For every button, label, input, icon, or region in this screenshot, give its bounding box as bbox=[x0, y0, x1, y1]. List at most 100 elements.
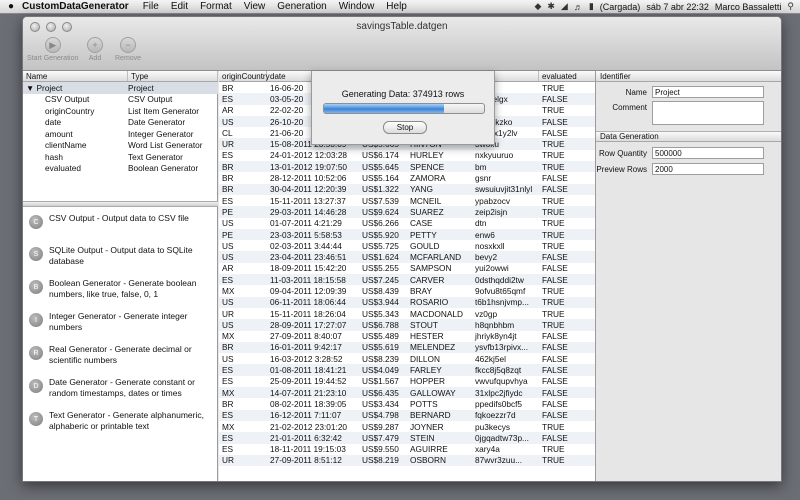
add-button[interactable]: + Add bbox=[87, 37, 103, 62]
clock[interactable]: sáb 7 abr 22:32 bbox=[646, 2, 709, 12]
tree-row[interactable]: clientName Word List Generator bbox=[23, 140, 218, 152]
library-item-date[interactable]: D Date Generator - Generate constant or … bbox=[23, 377, 218, 399]
tree-row[interactable]: hash Text Generator bbox=[23, 151, 218, 163]
bluetooth-icon[interactable]: ✱ bbox=[547, 1, 555, 12]
library-item-text: SQLite Output - Output data to SQLite da… bbox=[49, 245, 193, 266]
column-header-origin-country[interactable]: originCountry bbox=[219, 71, 270, 81]
volume-icon[interactable]: ♬ bbox=[574, 2, 583, 12]
table-row[interactable]: ES 24-01-2012 12:03:28 US$6.174 HURLEY nxkyu… bbox=[219, 150, 595, 161]
cell-origin-country: US bbox=[222, 297, 234, 308]
properties-panel: Identifier Name Project Comment Data Gen… bbox=[595, 71, 781, 481]
cell-date: 06-11-2011 18:06:44 bbox=[270, 297, 346, 308]
table-row[interactable]: UR 27-09-2011 8:51:12 US$8.219 OSBORN 87wvr3… bbox=[219, 454, 595, 467]
cell-date: 25-09-2011 19:44:52 bbox=[270, 376, 347, 387]
name-field-row: Name Project bbox=[596, 86, 781, 98]
cell-amount: US$8.439 bbox=[362, 285, 399, 296]
table-row[interactable]: MX 27-09-2011 8:40:07 US$5.489 HESTER jhriyk… bbox=[219, 331, 595, 342]
cell-origin-country: BR bbox=[222, 398, 234, 409]
cell-hash: 87wvr3zuu... bbox=[475, 455, 523, 466]
table-row[interactable]: ES 25-09-2011 19:44:52 US$1.567 HOPPER vwvuf… bbox=[219, 376, 595, 387]
table-row[interactable]: US 06-11-2011 18:06:44 US$3.944 ROSARIO t6b1… bbox=[219, 296, 595, 308]
cell-evaluated: TRUE bbox=[542, 150, 565, 161]
cell-evaluated: TRUE bbox=[542, 297, 565, 308]
table-row[interactable]: US 02-03-2011 3:44:44 US$5.725 GOULD nosxkxl… bbox=[219, 240, 595, 251]
table-row[interactable]: ES 01-08-2011 18:41:21 US$4.049 FARLEY fkcc8… bbox=[219, 364, 595, 376]
cell-evaluated: FALSE bbox=[542, 342, 568, 353]
dropbox-icon[interactable]: ◆ bbox=[534, 1, 541, 12]
menu-generation[interactable]: Generation bbox=[277, 1, 326, 12]
table-row[interactable]: MX 21-02-2012 23:01:20 US$9.287 JOYNER pu3ke… bbox=[219, 421, 595, 432]
library-item-sqlite[interactable]: S SQLite Output - Output data to SQLite … bbox=[23, 245, 218, 267]
library-item-integer[interactable]: I Integer Generator - Generate integer n… bbox=[23, 311, 218, 333]
tree-header-type[interactable]: Type bbox=[128, 71, 218, 81]
remove-button[interactable]: − Remove bbox=[115, 37, 141, 62]
table-row[interactable]: BR 08-02-2011 18:39:05 US$3.434 POTTS ppedif… bbox=[219, 398, 595, 409]
tree-row[interactable]: date Date Generator bbox=[23, 117, 218, 129]
menu-help[interactable]: Help bbox=[386, 1, 407, 12]
table-row[interactable]: BR 16-01-2011 9:42:17 US$5.619 MELENDEZ ysvf… bbox=[219, 341, 595, 354]
table-row[interactable]: US 23-04-2011 23:46:51 US$1.624 MCFARLAND be… bbox=[219, 251, 595, 263]
table-row[interactable]: US 28-09-2011 17:27:07 US$6.788 STOUT h8qnbh… bbox=[219, 319, 595, 331]
tree-row[interactable]: originCountry List Item Generator bbox=[23, 105, 218, 117]
table-row[interactable]: AR 18-09-2011 15:42:20 US$5.255 SAMPSON yui2… bbox=[219, 263, 595, 274]
tree-row[interactable]: amount Integer Generator bbox=[23, 128, 218, 140]
cell-hash: 0jgqadtw73p... bbox=[475, 432, 529, 443]
cell-hash: t6b1hsnjvmp... bbox=[475, 297, 529, 308]
cell-hash: 9ofvu8t65qmf bbox=[475, 285, 526, 296]
start-generation-button[interactable]: ▶ Start Generation bbox=[27, 37, 78, 62]
table-row[interactable]: BR 28-12-2011 10:52:06 US$5.164 ZAMORA gsnr F… bbox=[219, 172, 595, 183]
menu-view[interactable]: View bbox=[244, 1, 266, 12]
tree-row[interactable]: ▼ Project Project bbox=[23, 82, 218, 94]
menu-file[interactable]: File bbox=[143, 1, 159, 12]
tree-row[interactable]: CSV Output CSV Output bbox=[23, 94, 218, 106]
battery-icon[interactable]: ▮ bbox=[589, 1, 594, 12]
table-row[interactable]: PE 23-03-2011 5:58:53 US$5.920 PETTY enw6 TRU… bbox=[219, 228, 595, 241]
library-item-csv[interactable]: C CSV Output - Output data to CSV file bbox=[23, 213, 218, 229]
comment-field[interactable] bbox=[652, 101, 764, 125]
csv-output-icon: C bbox=[29, 215, 43, 229]
user-name[interactable]: Marco Bassaletti bbox=[715, 2, 782, 12]
table-row[interactable]: MX 14-07-2011 21:23:10 US$6.435 GALLOWAY 31x… bbox=[219, 387, 595, 399]
apple-menu-icon[interactable]: ● bbox=[0, 1, 22, 12]
cell-date: 02-03-2011 3:44:44 bbox=[270, 240, 342, 251]
table-row[interactable]: ES 16-12-2011 7:11:07 US$4.798 BERNARD fqkoe… bbox=[219, 409, 595, 421]
table-row[interactable]: PE 29-03-2011 14:46:28 US$9.624 SUAREZ zeip2… bbox=[219, 206, 595, 218]
library-item-real[interactable]: R Real Generator - Generate decimal or s… bbox=[23, 344, 218, 366]
stop-button[interactable]: Stop bbox=[383, 121, 427, 134]
table-row[interactable]: BR 30-04-2011 12:20:39 US$1.322 YANG swsuiuv… bbox=[219, 183, 595, 195]
table-row[interactable]: US 01-07-2011 4:21:29 US$6.266 CASE dtn TRUE bbox=[219, 218, 595, 229]
name-field[interactable]: Project bbox=[652, 86, 764, 98]
library-item-text-generator[interactable]: T Text Generator - Generate alphanumeric… bbox=[23, 410, 218, 432]
cell-date: 27-09-2011 8:51:12 bbox=[270, 455, 342, 466]
spotlight-icon[interactable]: ⚲ bbox=[787, 1, 794, 12]
column-header-evaluated[interactable]: evaluated bbox=[539, 71, 595, 81]
table-row[interactable]: MX 09-04-2011 12:09:39 US$8.439 BRAY 9ofvu8t… bbox=[219, 285, 595, 296]
menu-format[interactable]: Format bbox=[200, 1, 232, 12]
cell-evaluated: TRUE bbox=[542, 82, 565, 93]
comment-label: Comment bbox=[612, 103, 647, 112]
table-row[interactable]: ES 11-03-2011 18:15:58 US$7.245 CARVER 0dsth… bbox=[219, 274, 595, 286]
cell-evaluated: TRUE bbox=[542, 161, 565, 172]
preview-rows-field[interactable]: 2000 bbox=[652, 163, 764, 175]
table-row[interactable]: ES 21-01-2011 6:32:42 US$7.479 STEIN 0jgqadt… bbox=[219, 432, 595, 444]
cell-origin-country: US bbox=[222, 252, 234, 263]
wifi-icon[interactable]: ◢ bbox=[561, 1, 568, 12]
table-row[interactable]: ES 18-11-2011 19:15:03 US$9.550 AGUIRRE xary… bbox=[219, 444, 595, 455]
cell-origin-country: ES bbox=[222, 150, 234, 161]
battery-status[interactable]: (Cargada) bbox=[600, 2, 641, 12]
cell-evaluated: TRUE bbox=[542, 240, 565, 251]
library-item-boolean[interactable]: B Boolean Generator - Generate boolean n… bbox=[23, 278, 218, 300]
tree-row[interactable]: evaluated Boolean Generator bbox=[23, 163, 218, 175]
tree-header-name[interactable]: Name bbox=[23, 71, 128, 81]
table-row[interactable]: BR 13-01-2012 19:07:50 US$5.645 SPENCE bm TRU… bbox=[219, 161, 595, 173]
table-row[interactable]: ES 15-11-2011 13:27:37 US$7.539 MCNEIL ypabz… bbox=[219, 195, 595, 206]
cell-origin-country: US bbox=[222, 116, 234, 127]
menu-app-name[interactable]: CustomDataGenerator bbox=[22, 1, 129, 12]
table-row[interactable]: US 16-03-2012 3:28:52 US$8.239 DILLON 462kj5… bbox=[219, 353, 595, 364]
table-row[interactable]: UR 15-11-2011 18:26:04 US$5.343 MACDONALD vz… bbox=[219, 308, 595, 319]
menu-window[interactable]: Window bbox=[339, 1, 375, 12]
cell-client-name: BERNARD bbox=[410, 410, 451, 421]
row-quantity-field[interactable]: 500000 bbox=[652, 147, 764, 159]
menu-edit[interactable]: Edit bbox=[171, 1, 188, 12]
cell-hash: pu3kecys bbox=[475, 421, 511, 432]
